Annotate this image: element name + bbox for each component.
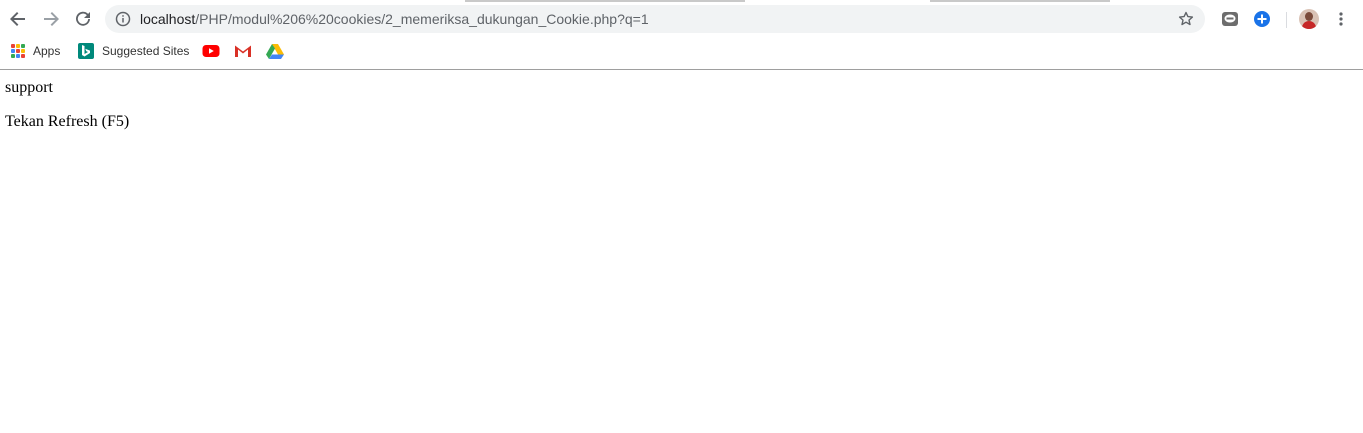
youtube-icon xyxy=(202,45,220,57)
info-icon[interactable] xyxy=(115,11,131,27)
apps-grid-icon xyxy=(11,44,25,58)
gmail-icon xyxy=(235,45,251,57)
tab-strip-edge xyxy=(0,0,1363,2)
line-chat-icon xyxy=(1222,12,1238,26)
bookmark-youtube[interactable] xyxy=(202,41,220,61)
bookmarks-bar: Apps Suggested Sites xyxy=(0,39,1363,63)
forward-button[interactable] xyxy=(37,5,65,33)
toolbar: localhost/PHP/modul%206%20cookies/2_meme… xyxy=(0,3,1363,35)
reload-icon xyxy=(76,11,90,26)
forward-arrow-icon xyxy=(44,12,59,26)
profile-button[interactable] xyxy=(1297,7,1321,31)
bookmark-apps[interactable]: Apps xyxy=(11,41,60,61)
tab-edge xyxy=(930,0,1110,2)
plus-icon xyxy=(1254,11,1270,27)
bookmark-label: Suggested Sites xyxy=(102,44,190,58)
toolbar-divider xyxy=(1286,12,1287,28)
back-button[interactable] xyxy=(4,5,32,33)
google-drive-icon xyxy=(266,44,284,59)
more-vert-icon xyxy=(1339,12,1343,26)
bing-icon xyxy=(78,43,94,59)
bookmark-suggested-sites[interactable]: Suggested Sites xyxy=(78,41,189,61)
line-extension-button[interactable] xyxy=(1218,7,1242,31)
bookmark-gmail[interactable] xyxy=(234,41,252,61)
menu-button[interactable] xyxy=(1329,7,1353,31)
reload-button[interactable] xyxy=(69,5,97,33)
url-text[interactable]: localhost/PHP/modul%206%20cookies/2_meme… xyxy=(140,11,649,27)
back-arrow-icon xyxy=(10,12,25,26)
star-icon[interactable] xyxy=(1177,10,1195,28)
tab-edge xyxy=(465,0,745,2)
address-bar[interactable]: localhost/PHP/modul%206%20cookies/2_meme… xyxy=(105,5,1205,33)
page-text-support: support xyxy=(5,79,53,96)
page-content: support Tekan Refresh (F5) xyxy=(0,71,1363,433)
url-host: localhost xyxy=(140,11,196,27)
bookmark-label: Apps xyxy=(33,44,61,58)
url-path: /PHP/modul%206%20cookies/2_memeriksa_duk… xyxy=(195,11,649,27)
browser-chrome: localhost/PHP/modul%206%20cookies/2_meme… xyxy=(0,0,1363,70)
avatar xyxy=(1299,9,1319,29)
plus-extension-button[interactable] xyxy=(1250,7,1274,31)
page-text-refresh-instruction: Tekan Refresh (F5) xyxy=(5,113,130,130)
bookmark-google-drive[interactable] xyxy=(266,41,284,61)
